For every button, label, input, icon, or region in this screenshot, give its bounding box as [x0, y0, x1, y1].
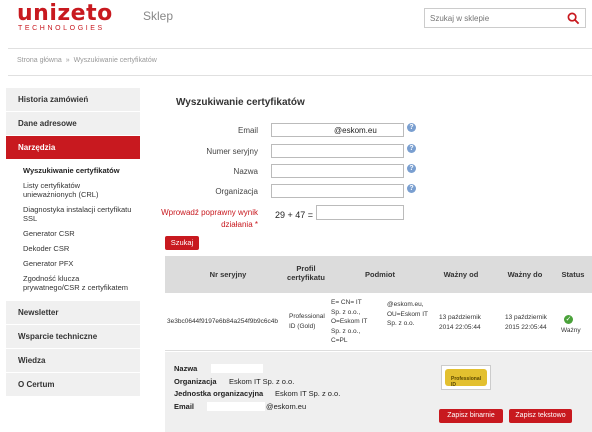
cell-valid-to: 13 październik 2015 22:05:44 — [505, 314, 547, 331]
cell-profile: Professional ID (Gold) — [289, 313, 325, 330]
search-input[interactable] — [425, 9, 565, 27]
email-label: Email — [237, 126, 258, 135]
column-header-valid-from: Ważny od — [443, 270, 479, 279]
header-divider — [8, 48, 592, 49]
logo-wordmark: unizeto — [17, 1, 113, 26]
detail-organization-value: Eskom IT Sp. z o.o. — [229, 377, 295, 386]
captcha-question: 29 + 47 = — [275, 210, 314, 220]
sidebar-item-about-certum[interactable]: O Certum — [6, 373, 140, 397]
submenu-item-csr-decoder[interactable]: Dekoder CSR — [6, 241, 140, 256]
submenu-item-key-match[interactable]: Zgodność klucza prywatnego/CSR z certyfi… — [6, 271, 140, 295]
sidebar-item-order-history[interactable]: Historia zamówień — [6, 88, 140, 112]
detail-email-value: @eskom.eu — [266, 402, 307, 411]
sidebar-item-address-data[interactable]: Dane adresowe — [6, 112, 140, 136]
column-header-serial: Nr seryjny — [209, 270, 247, 279]
search-icon[interactable] — [567, 12, 580, 25]
name-help-icon[interactable]: ? — [407, 164, 416, 173]
breadcrumb-divider — [8, 75, 592, 76]
submenu-item-pfx-generator[interactable]: Generator PFX — [6, 256, 140, 271]
submenu-item-certificate-search[interactable]: Wyszukiwanie certyfikatów — [6, 163, 140, 178]
column-header-subject: Podmiot — [365, 270, 395, 279]
breadcrumb: Strona główna » Wyszukiwanie certyfikató… — [17, 57, 157, 64]
email-field[interactable] — [271, 123, 404, 137]
name-label: Nazwa — [233, 167, 258, 176]
breadcrumb-home-link[interactable]: Strona główna — [17, 57, 62, 64]
cell-status: Ważny — [561, 327, 581, 334]
table-row[interactable]: 3e3bc0644f9197e6b84a254f9b9c6c4b Profess… — [165, 293, 592, 351]
shop-label: Sklep — [143, 9, 174, 23]
organization-help-icon[interactable]: ? — [407, 184, 416, 193]
breadcrumb-current: Wyszukiwanie certyfikatów — [73, 57, 157, 64]
sidebar-item-tech-support[interactable]: Wsparcie techniczne — [6, 325, 140, 349]
column-header-valid-to: Ważny do — [507, 270, 543, 279]
submenu-item-csr-generator[interactable]: Generator CSR — [6, 226, 140, 241]
detail-email-redacted — [207, 402, 265, 411]
detail-organization-label: Organizacja — [174, 377, 217, 386]
organization-field[interactable] — [271, 184, 404, 198]
serial-label: Numer seryjny — [206, 147, 258, 156]
submenu-item-ssl-diagnostics[interactable]: Diagnostyka instalacji certyfikatu SSL — [6, 202, 140, 226]
logo-subtitle: TECHNOLOGIES — [18, 25, 105, 32]
sidebar-item-knowledge[interactable]: Wiedza — [6, 349, 140, 373]
badge-label: Professional ID — [451, 376, 482, 388]
page-header: unizeto TECHNOLOGIES Sklep — [0, 0, 592, 40]
sidebar-item-newsletter[interactable]: Newsletter — [6, 301, 140, 325]
unizeto-logo[interactable]: unizeto TECHNOLOGIES — [17, 2, 132, 36]
serial-help-icon[interactable]: ? — [407, 144, 416, 153]
results-table: Nr seryjny Profil certyfikatu Podmiot Wa… — [165, 256, 592, 432]
search-box[interactable] — [424, 8, 586, 28]
detail-name-redacted — [211, 364, 263, 373]
submenu-item-crl[interactable]: Listy certyfikatów unieważnionych (CRL) — [6, 178, 140, 202]
sidebar-nav: Historia zamówień Dane adresowe Narzędzi… — [6, 88, 140, 397]
detail-email-label: Email — [174, 402, 195, 411]
organization-label: Organizacja — [215, 187, 258, 196]
name-field[interactable] — [271, 164, 404, 178]
table-header: Nr seryjny Profil certyfikatu Podmiot Wa… — [165, 256, 592, 293]
page-title: Wyszukiwanie certyfikatów — [176, 97, 305, 108]
breadcrumb-separator: » — [65, 57, 70, 64]
detail-unit-value: Eskom IT Sp. z o.o. — [275, 389, 341, 398]
captcha-label: Wprowadź poprawny wynik działania * — [161, 208, 258, 229]
save-text-button[interactable]: Zapisz tekstowo — [509, 409, 572, 423]
cell-serial: 3e3bc0644f9197e6b84a254f9b9c6c4b — [167, 318, 278, 325]
detail-name-label: Nazwa — [174, 364, 198, 373]
serial-number-field[interactable] — [271, 144, 404, 158]
column-header-status: Status — [561, 270, 585, 279]
valid-check-icon: ✓ — [564, 315, 573, 324]
sidebar-item-tools[interactable]: Narzędzia — [6, 136, 140, 160]
cell-valid-from: 13 październik 2014 22:05:44 — [439, 314, 481, 331]
email-help-icon[interactable]: ? — [407, 123, 416, 132]
captcha-answer-field[interactable] — [316, 205, 404, 220]
cell-subject-right: @eskom.eu, OU=Eskom IT Sp. z o.o. — [387, 301, 428, 327]
search-button[interactable]: Szukaj — [165, 236, 199, 250]
save-binary-button[interactable]: Zapisz binarnie — [439, 409, 503, 423]
tools-submenu: Wyszukiwanie certyfikatów Listy certyfik… — [6, 160, 140, 301]
detail-unit-label: Jednostka organizacyjna — [174, 389, 264, 398]
professional-id-badge-icon: Professional ID — [441, 365, 491, 390]
column-header-profile: Profil certyfikatu — [287, 264, 325, 282]
cell-subject-left: E= CN= IT Sp. z o.o., O=Eskom IT Sp. z o… — [331, 299, 368, 344]
